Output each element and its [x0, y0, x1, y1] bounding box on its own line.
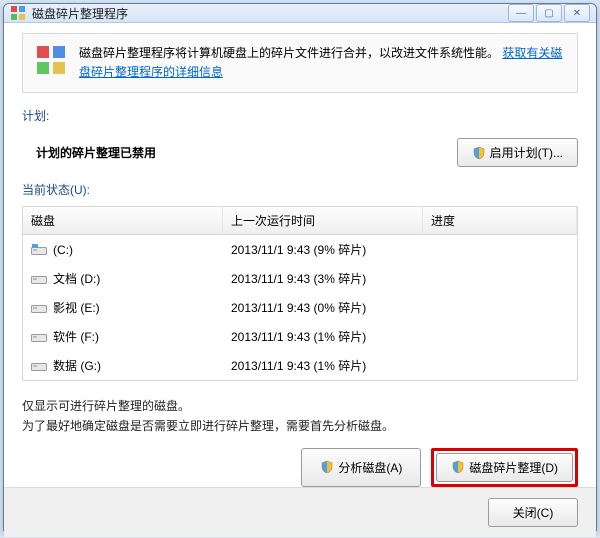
last-run: 2013/11/1 9:43 (0% 碎片) [231, 299, 366, 316]
window: 磁盘碎片整理程序 — ▢ ✕ 磁盘碎片整理程序将计算机硬盘上的碎片文件进行合并，… [3, 3, 597, 531]
drive-icon [31, 302, 47, 314]
last-run: 2013/11/1 9:43 (9% 碎片) [231, 241, 366, 258]
info-description: 磁盘碎片整理程序将计算机硬盘上的碎片文件进行合并，以改进文件系统性能。 [79, 46, 499, 60]
action-row: 分析磁盘(A) 磁盘碎片整理(D) [22, 448, 578, 487]
shield-icon [320, 460, 334, 474]
window-controls: — ▢ ✕ [508, 4, 590, 22]
defrag-info-icon [35, 44, 67, 76]
table-body: (C:) 2013/11/1 9:43 (9% 碎片) 文档 (D:) 2013/11… [23, 235, 577, 380]
defrag-label: 磁盘碎片整理(D) [469, 459, 558, 476]
maximize-button[interactable]: ▢ [536, 4, 562, 22]
table-row[interactable]: 软件 (F:) 2013/11/1 9:43 (1% 碎片) [23, 322, 577, 351]
disk-name: (C:) [53, 243, 73, 257]
drive-icon [31, 273, 47, 285]
last-run: 2013/11/1 9:43 (1% 碎片) [231, 328, 366, 345]
content-area: 磁盘碎片整理程序将计算机硬盘上的碎片文件进行合并，以改进文件系统性能。 获取有关… [4, 23, 596, 487]
table-row[interactable]: (C:) 2013/11/1 9:43 (9% 碎片) [23, 235, 577, 264]
disk-name: 文档 (D:) [53, 270, 100, 287]
schedule-label: 计划: [22, 107, 578, 124]
defrag-app-icon [10, 5, 26, 21]
col-header-disk[interactable]: 磁盘 [23, 207, 223, 234]
disk-table: 磁盘 上一次运行时间 进度 (C:) 2013/11/1 9:43 (9% 碎片)… [22, 206, 578, 381]
table-row[interactable]: 文档 (D:) 2013/11/1 9:43 (3% 碎片) [23, 264, 577, 293]
analyze-label: 分析磁盘(A) [338, 459, 402, 476]
defrag-button[interactable]: 磁盘碎片整理(D) [436, 453, 573, 482]
disk-name: 数据 (G:) [53, 357, 101, 374]
window-title: 磁盘碎片整理程序 [32, 5, 508, 22]
status-label: 当前状态(U): [22, 181, 578, 198]
table-header: 磁盘 上一次运行时间 进度 [23, 207, 577, 235]
system-drive-icon [31, 244, 47, 256]
table-row[interactable]: 数据 (G:) 2013/11/1 9:43 (1% 碎片) [23, 351, 577, 380]
close-label: 关闭(C) [513, 504, 554, 521]
drive-icon [31, 360, 47, 372]
last-run: 2013/11/1 9:43 (1% 碎片) [231, 357, 366, 374]
disk-name: 影视 (E:) [53, 299, 100, 316]
note-line-2: 为了最好地确定磁盘是否需要立即进行碎片整理，需要首先分析磁盘。 [22, 417, 578, 436]
note-block: 仅显示可进行碎片整理的磁盘。 为了最好地确定磁盘是否需要立即进行碎片整理，需要首… [22, 397, 578, 435]
disk-name: 软件 (F:) [53, 328, 99, 345]
enable-schedule-label: 启用计划(T)... [490, 144, 563, 161]
col-header-last-run[interactable]: 上一次运行时间 [223, 207, 423, 234]
col-header-progress[interactable]: 进度 [423, 207, 577, 234]
info-text: 磁盘碎片整理程序将计算机硬盘上的碎片文件进行合并，以改进文件系统性能。 获取有关… [79, 44, 565, 82]
minimize-button[interactable]: — [508, 4, 534, 22]
drive-icon [31, 331, 47, 343]
titlebar[interactable]: 磁盘碎片整理程序 — ▢ ✕ [4, 4, 596, 23]
close-window-button[interactable]: ✕ [564, 4, 590, 22]
last-run: 2013/11/1 9:43 (3% 碎片) [231, 270, 366, 287]
shield-icon [472, 146, 486, 160]
info-panel: 磁盘碎片整理程序将计算机硬盘上的碎片文件进行合并，以改进文件系统性能。 获取有关… [22, 33, 578, 93]
analyze-button[interactable]: 分析磁盘(A) [301, 448, 421, 487]
schedule-row: 计划的碎片整理已禁用 启用计划(T)... [22, 132, 578, 181]
schedule-status: 计划的碎片整理已禁用 [36, 144, 457, 161]
defrag-highlight: 磁盘碎片整理(D) [431, 448, 578, 487]
shield-icon [451, 460, 465, 474]
table-row[interactable]: 影视 (E:) 2013/11/1 9:43 (0% 碎片) [23, 293, 577, 322]
close-button[interactable]: 关闭(C) [488, 498, 578, 527]
enable-schedule-button[interactable]: 启用计划(T)... [457, 138, 578, 167]
note-line-1: 仅显示可进行碎片整理的磁盘。 [22, 397, 578, 416]
footer: 关闭(C) [4, 487, 596, 537]
